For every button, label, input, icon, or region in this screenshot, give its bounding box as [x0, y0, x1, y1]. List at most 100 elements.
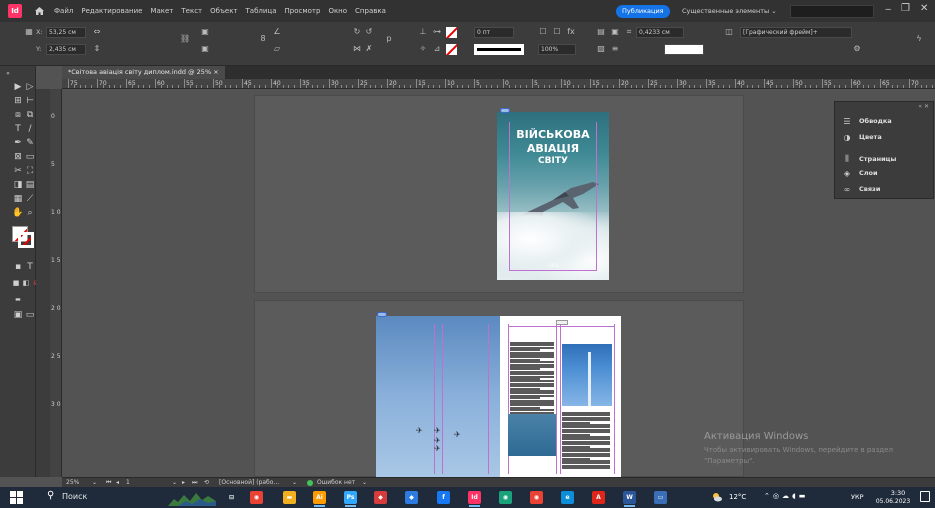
frame-center-icon[interactable]: ☐ [552, 27, 562, 37]
prev-page-icon[interactable]: ◂ [116, 479, 119, 486]
spread-2-right-page[interactable] [500, 316, 621, 477]
screen-mode-icon[interactable]: ▬ [12, 294, 24, 305]
menu-object[interactable]: Объект [210, 7, 237, 15]
formatting-text-icon[interactable]: T [24, 262, 36, 273]
flip-h-icon[interactable]: ⋈ [352, 44, 362, 54]
direct-selection-tool-icon[interactable]: ▷ [24, 82, 36, 93]
volume-icon[interactable]: ◖ [792, 492, 799, 500]
chevron-up-icon[interactable]: ⌃ [764, 492, 773, 500]
panel-stroke[interactable]: ☰ Обводка [835, 114, 935, 128]
page-tool-icon[interactable]: ⊞ [12, 96, 24, 107]
taskbar-search-label[interactable]: Поиск [62, 492, 87, 501]
zoom-dropdown-icon[interactable]: ⌄ [92, 479, 97, 486]
taskbar-app-indesign[interactable]: Id [468, 491, 481, 507]
taskbar-app-chrome2[interactable]: ◉ [530, 491, 543, 504]
select-container-icon[interactable]: ✧ [418, 44, 428, 54]
selection-tool-icon[interactable]: ▶ [12, 82, 24, 93]
workspace-select[interactable]: Существенные элементы ⌄ [682, 5, 777, 18]
close-icon[interactable]: ✕ [920, 3, 928, 14]
fx-icon[interactable]: fx [566, 27, 576, 37]
taskbar-app-facebook[interactable]: f [437, 491, 450, 504]
align-icon[interactable]: ⊥ [418, 27, 428, 37]
scale-lock-icon[interactable]: 8 [258, 34, 268, 44]
panel-links[interactable]: ∞ Связи [835, 182, 935, 196]
stroke-swatch[interactable] [446, 44, 457, 55]
gradient-swatch-tool-icon[interactable]: ◨ [12, 180, 24, 191]
notification-icon[interactable] [920, 491, 930, 502]
color-field[interactable] [664, 44, 704, 55]
lightning-icon[interactable]: ϟ [914, 34, 924, 44]
menu-file[interactable]: Файл [54, 7, 73, 15]
page-number[interactable]: 1 [126, 479, 130, 486]
restore-icon[interactable]: ❐ [901, 3, 910, 14]
taskbar-app-photoshop[interactable]: Ps [344, 491, 357, 507]
menu-layout[interactable]: Макет [150, 7, 173, 15]
collapse-toolbar-icon[interactable]: « [2, 68, 14, 79]
preflight-dropdown-icon[interactable]: ⌄ [362, 479, 367, 486]
menu-edit[interactable]: Редактирование [81, 7, 142, 15]
start-button[interactable] [10, 491, 23, 504]
vertical-ruler[interactable]: 0 5 1 0 1 5 2 0 2 5 3 0 [50, 89, 62, 477]
taskbar-app-word[interactable]: W [623, 491, 636, 507]
free-transform-tool-icon[interactable]: ⛶ [24, 166, 36, 177]
rotate-ccw-icon[interactable]: ↺ [364, 27, 374, 37]
temperature[interactable]: 12°C [729, 493, 746, 501]
taskbar-app-app-blue[interactable]: ◆ [405, 491, 418, 504]
menu-type[interactable]: Текст [181, 7, 202, 15]
panel-pages[interactable]: ⫼ Страницы [835, 152, 935, 166]
keyboard-icon[interactable]: ▬ [799, 492, 809, 500]
text-wrap-icon[interactable]: ▤ [596, 27, 606, 37]
note-tool-icon[interactable]: ▦ [12, 194, 24, 205]
opacity-field[interactable]: 100% [538, 44, 576, 55]
first-page-icon[interactable]: ⏮ [106, 479, 111, 487]
close-tab-icon[interactable]: × [213, 68, 218, 76]
menu-help[interactable]: Справка [355, 7, 386, 15]
open-page-icon[interactable]: ⟲ [204, 479, 209, 486]
next-page-icon[interactable]: ▸ [182, 479, 185, 486]
menu-window[interactable]: Окно [328, 7, 347, 15]
last-page-icon[interactable]: ⏭ [192, 479, 197, 487]
taskbar-app-app-window[interactable]: ▭ [654, 491, 667, 504]
preflight-profile[interactable]: [Основной] (рабо... [219, 479, 279, 486]
profile-dropdown-icon[interactable]: ⌄ [292, 479, 297, 486]
line-tool-icon[interactable]: / [24, 124, 36, 135]
preflight-status[interactable]: Ошибок нет [317, 479, 355, 486]
normal-mode-icon[interactable]: ▣ [12, 310, 24, 321]
spread-2-left-page[interactable]: ✈ ✈ ✈ ✈ ✈ [376, 316, 500, 477]
pencil-tool-icon[interactable]: ✎ [24, 138, 36, 149]
taskbar-app-app-red[interactable]: ◆ [374, 491, 387, 504]
search-input[interactable] [790, 5, 874, 18]
zoom-tool-icon[interactable]: ⌕ [24, 208, 36, 219]
taskbar-app-file-explorer[interactable]: ▬ [283, 491, 296, 504]
pen-tool-icon[interactable]: ✒ [12, 138, 24, 149]
stroke-swatch-large[interactable] [18, 232, 34, 248]
collapse-panels-icon[interactable]: « ✕ [918, 103, 929, 110]
frame-link-badge[interactable] [500, 108, 510, 113]
menu-table[interactable]: Таблица [246, 7, 277, 15]
clock-date[interactable]: 05.06.2023 [873, 498, 913, 505]
content-placer-icon[interactable]: ⧉ [24, 110, 36, 121]
taskbar-app-task-view[interactable]: ⊟ [225, 491, 238, 504]
object-style-select[interactable]: [Графический фрейм]+ [740, 27, 852, 38]
preview-mode-icon[interactable]: ▭ [24, 310, 36, 321]
content-collector-icon[interactable]: ⧈ [12, 110, 24, 121]
scissors-tool-icon[interactable]: ✂ [12, 166, 24, 177]
page-dropdown-icon[interactable]: ⌄ [172, 479, 177, 486]
cover-page[interactable]: ВІЙСЬКОВА АВІАЦІЯ СВІТУ 2023 [497, 112, 609, 280]
taskbar-app-edge[interactable]: e [561, 491, 574, 504]
rectangle-tool-icon[interactable]: ▭ [24, 152, 36, 163]
select-content-icon[interactable]: ⊿ [432, 44, 442, 54]
auto-fit-icon[interactable]: ▨ [596, 44, 606, 54]
network-icon[interactable]: ◎ [773, 492, 782, 500]
type-tool-icon[interactable]: T [12, 124, 24, 135]
formatting-container-icon[interactable]: ▪ [12, 262, 24, 273]
fill-swatch[interactable] [446, 27, 457, 38]
system-tray[interactable]: ⌃◎☁◖▬ [764, 492, 808, 500]
gap-tool-icon[interactable]: ⊢ [24, 96, 36, 107]
hand-tool-icon[interactable]: ✋ [12, 208, 24, 219]
quick-apply-icon[interactable]: ⚙ [852, 44, 862, 54]
stroke-weight-field[interactable]: 0 пт [474, 27, 514, 38]
grid-icon[interactable]: ≡ [610, 44, 620, 54]
taskbar-app-chrome[interactable]: ◉ [250, 491, 263, 504]
horizontal-ruler[interactable]: 75 70 65 60 55 50 45 40 35 30 25 20 15 10 5 0 5 10 15 20 25 3… [62, 79, 935, 89]
